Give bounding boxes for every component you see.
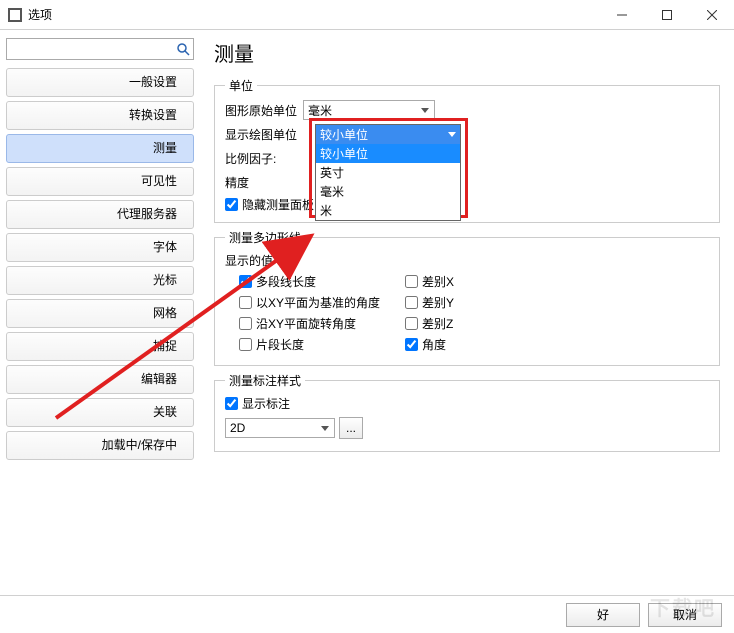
- sidebar-item-7[interactable]: 网格: [6, 299, 194, 328]
- app-icon: [8, 8, 22, 22]
- footer: 好 取消: [0, 595, 734, 633]
- sidebar-item-9[interactable]: 编辑器: [6, 365, 194, 394]
- display-units-dropdown[interactable]: 较小单位较小单位英寸毫米米: [315, 124, 461, 221]
- sidebar-item-5[interactable]: 字体: [6, 233, 194, 262]
- sidebar-item-1[interactable]: 转换设置: [6, 101, 194, 130]
- hide-panel-checkbox[interactable]: 隐藏测量面板: [225, 196, 314, 213]
- drawing-units-select[interactable]: 毫米: [303, 100, 435, 120]
- display-units-label: 显示绘图单位: [225, 126, 303, 143]
- display-units-option-3[interactable]: 米: [316, 201, 460, 220]
- show-callout-checkbox[interactable]: 显示标注: [225, 395, 290, 412]
- minimize-button[interactable]: [599, 0, 644, 29]
- polyline-left-cb-1[interactable]: 以XY平面为基准的角度: [239, 294, 399, 311]
- search-icon[interactable]: [175, 41, 191, 57]
- drawing-units-label: 图形原始单位: [225, 102, 303, 119]
- display-units-selected[interactable]: 较小单位: [316, 125, 460, 144]
- watermark: 下载吧: [650, 592, 716, 621]
- polyline-left-cb-3[interactable]: 片段长度: [239, 336, 399, 353]
- display-units-option-1[interactable]: 英寸: [316, 163, 460, 182]
- search-input[interactable]: [7, 39, 171, 59]
- sidebar-item-8[interactable]: 捕捉: [6, 332, 194, 361]
- main-panel: 测量 单位 图形原始单位 毫米 显示绘图单位 比例因子: 精度 隐藏测量面板: [200, 30, 734, 595]
- sidebar: 一般设置转换设置测量可见性代理服务器字体光标网格捕捉编辑器关联加载中/保存中: [0, 30, 200, 595]
- ok-button[interactable]: 好: [566, 603, 640, 627]
- close-button[interactable]: [689, 0, 734, 29]
- polyline-left-cb-2[interactable]: 沿XY平面旋转角度: [239, 315, 399, 332]
- sidebar-item-4[interactable]: 代理服务器: [6, 200, 194, 229]
- sidebar-item-6[interactable]: 光标: [6, 266, 194, 295]
- maximize-button[interactable]: [644, 0, 689, 29]
- callout-group: 测量标注样式 显示标注 2D ...: [214, 372, 720, 452]
- polyline-right-cb-2[interactable]: 差别Z: [405, 315, 579, 332]
- window-title: 选项: [28, 6, 599, 23]
- sidebar-item-11[interactable]: 加载中/保存中: [6, 431, 194, 460]
- sidebar-item-2[interactable]: 测量: [6, 134, 194, 163]
- polyline-right-cb-1[interactable]: 差别Y: [405, 294, 579, 311]
- callout-legend: 测量标注样式: [225, 372, 305, 389]
- polyline-left-cb-0[interactable]: 多段线长度: [239, 273, 399, 290]
- polyline-group: 测量多边形线 显示的值 多段线长度以XY平面为基准的角度沿XY平面旋转角度片段长…: [214, 229, 720, 366]
- polyline-right-cb-3[interactable]: 角度: [405, 336, 579, 353]
- callout-style-select[interactable]: 2D: [225, 418, 335, 438]
- display-units-option-2[interactable]: 毫米: [316, 182, 460, 201]
- units-legend: 单位: [225, 77, 257, 94]
- display-values-label: 显示的值: [225, 252, 709, 269]
- sidebar-item-0[interactable]: 一般设置: [6, 68, 194, 97]
- units-group: 单位 图形原始单位 毫米 显示绘图单位 比例因子: 精度 隐藏测量面板: [214, 77, 720, 223]
- search-box: [6, 38, 194, 60]
- polyline-legend: 测量多边形线: [225, 229, 305, 246]
- scale-factor-label: 比例因子:: [225, 150, 303, 167]
- display-units-option-0[interactable]: 较小单位: [316, 144, 460, 163]
- polyline-right-cb-0[interactable]: 差别X: [405, 273, 579, 290]
- precision-label: 精度: [225, 174, 303, 191]
- page-title: 测量: [214, 38, 720, 67]
- sidebar-item-3[interactable]: 可见性: [6, 167, 194, 196]
- sidebar-item-10[interactable]: 关联: [6, 398, 194, 427]
- callout-more-button[interactable]: ...: [339, 417, 363, 439]
- titlebar: 选项: [0, 0, 734, 30]
